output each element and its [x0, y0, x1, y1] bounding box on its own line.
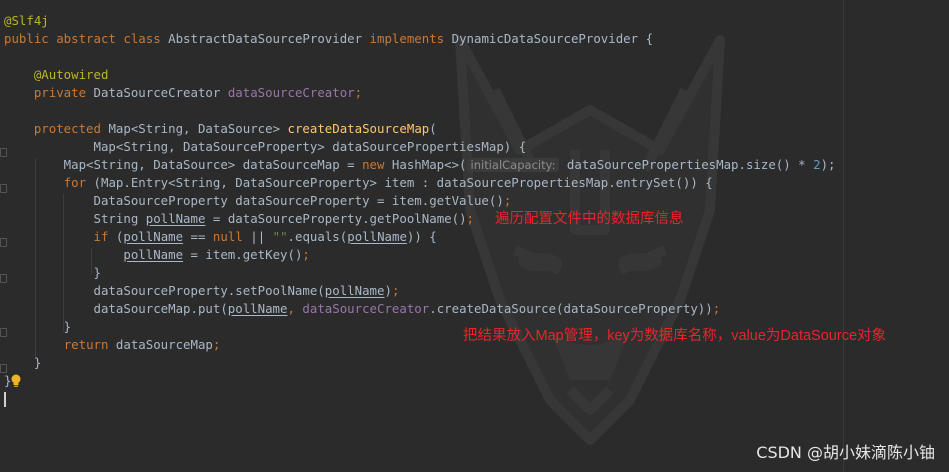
- text-caret: [4, 392, 6, 407]
- code-token: AbstractDataSourceProvider: [168, 31, 370, 46]
- code-token: private: [33, 85, 94, 100]
- code-token: ;: [302, 247, 310, 262]
- code-token: );: [820, 157, 836, 172]
- code-token: null: [212, 229, 251, 244]
- code-token: ;: [503, 193, 512, 208]
- code-line[interactable]: }: [4, 372, 835, 390]
- code-token: dataSourceCreator: [227, 85, 355, 100]
- code-token: )) {: [406, 229, 437, 244]
- code-line[interactable]: Map<String, DataSource> dataSourceMap = …: [4, 156, 835, 174]
- code-line[interactable]: Map<String, DataSourceProperty> dataSour…: [4, 138, 835, 156]
- code-line[interactable]: String pollName = dataSourceProperty.get…: [4, 210, 835, 228]
- callout-iterate-config: 遍历配置文件中的数据库信息: [495, 211, 684, 227]
- code-token: pollName: [123, 229, 184, 244]
- code-token: ;: [354, 85, 363, 100]
- right-margin-guide: [843, 0, 844, 472]
- code-editor[interactable]: @Slf4j public abstract class AbstractData…: [0, 0, 949, 472]
- code-token: = dataSourceProperty.getPoolName(): [205, 211, 467, 226]
- parameter-hint: initialCapacity:: [466, 158, 560, 172]
- code-token: pollName: [123, 247, 184, 262]
- code-token: (Map.Entry<String, DataSourceProperty> i…: [93, 175, 713, 190]
- code-token: Map<String, DataSource>: [108, 121, 288, 136]
- code-line[interactable]: DataSourceProperty dataSourceProperty = …: [4, 192, 835, 210]
- code-line[interactable]: if (pollName == null || "".equals(pollNa…: [4, 228, 835, 246]
- code-token: new: [362, 157, 392, 172]
- code-token: (: [429, 121, 437, 136]
- code-token: pollName: [145, 211, 206, 226]
- code-line[interactable]: @Slf4j: [4, 12, 835, 30]
- code-token: DataSourceProperty dataSourceProperty = …: [4, 193, 504, 208]
- code-token: dataSourceProperty.setPoolName(: [4, 283, 325, 298]
- code-token: ;: [712, 301, 721, 316]
- code-token: ,: [287, 301, 303, 316]
- code-token: pollName: [227, 301, 288, 316]
- code-line[interactable]: }: [4, 264, 835, 282]
- code-token: DynamicDataSourceProvider {: [451, 31, 654, 46]
- code-line[interactable]: dataSourceMap.put(pollName, dataSourceCr…: [4, 300, 835, 318]
- code-token: = item.getKey(): [183, 247, 303, 262]
- code-token: public abstract class: [4, 31, 169, 46]
- code-token: }: [4, 355, 42, 370]
- code-token: for: [63, 175, 94, 190]
- code-token: ;: [391, 283, 400, 298]
- code-line[interactable]: protected Map<String, DataSource> create…: [4, 120, 835, 138]
- code-token: }: [4, 265, 101, 280]
- code-token: dataSourceMap.put(: [4, 301, 228, 316]
- code-line[interactable]: public abstract class AbstractDataSource…: [4, 30, 835, 48]
- code-token: dataSourceMap: [115, 337, 213, 352]
- csdn-watermark: CSDN @胡小妹滴陈小铀: [756, 443, 935, 462]
- code-token: }: [4, 319, 72, 334]
- code-line[interactable]: @Autowired: [4, 66, 835, 84]
- code-token: pollName: [324, 283, 385, 298]
- code-token: dataSourcePropertiesMap.size() *: [559, 157, 814, 172]
- code-token: if: [93, 229, 116, 244]
- lightbulb-icon[interactable]: [10, 374, 22, 388]
- code-line[interactable]: [4, 48, 835, 66]
- callout-put-into-map: 把结果放入Map管理，key为数据库名称，value为DataSource对象: [463, 328, 887, 344]
- code-line[interactable]: }: [4, 354, 835, 372]
- code-line[interactable]: for (Map.Entry<String, DataSourcePropert…: [4, 174, 835, 192]
- code-line[interactable]: [4, 102, 835, 120]
- code-token: ): [384, 283, 392, 298]
- code-token: ;: [212, 337, 221, 352]
- code-token: Map<String, DataSourceProperty> dataSour…: [4, 139, 527, 154]
- code-line[interactable]: private DataSourceCreator dataSourceCrea…: [4, 84, 835, 102]
- code-token: @Slf4j: [4, 13, 49, 28]
- code-token: HashMap<>(: [391, 157, 467, 172]
- code-token: createDataSourceMap: [287, 121, 430, 136]
- code-line[interactable]: dataSourceProperty.setPoolName(pollName)…: [4, 282, 835, 300]
- code-token: .equals(: [287, 229, 348, 244]
- code-token: Map<String, DataSource> dataSourceMap =: [4, 157, 363, 172]
- code-token: DataSourceCreator: [93, 85, 228, 100]
- code-token: dataSourceCreator: [302, 301, 430, 316]
- code-token: String: [4, 211, 146, 226]
- code-token: protected: [33, 121, 109, 136]
- code-token: return: [63, 337, 116, 352]
- code-token: 2: [813, 157, 821, 172]
- code-token: @Autowired: [33, 67, 109, 82]
- code-line[interactable]: pollName = item.getKey();: [4, 246, 835, 264]
- code-token: .createDataSource(dataSourceProperty)): [429, 301, 713, 316]
- code-token: ||: [250, 229, 273, 244]
- code-token: pollName: [347, 229, 407, 244]
- code-token: implements: [369, 31, 452, 46]
- code-token: ==: [183, 229, 213, 244]
- code-token: "": [272, 229, 288, 244]
- code-token: ;: [466, 211, 474, 226]
